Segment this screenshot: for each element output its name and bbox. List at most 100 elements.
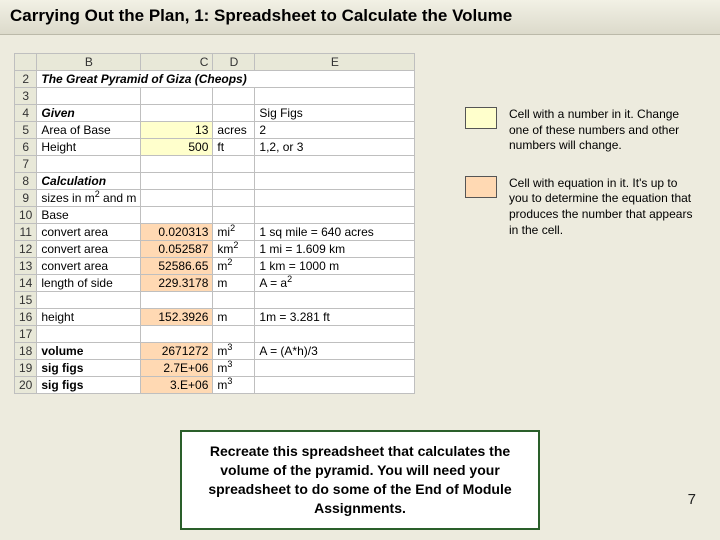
label-height-m: height <box>37 309 141 326</box>
table-row: 14 length of side 229.3178 m A = a2 <box>15 275 415 292</box>
unit-m3: m3 <box>213 377 255 394</box>
table-row: 9 sizes in m2 and m <box>15 190 415 207</box>
unit-km2: km2 <box>213 241 255 258</box>
table-row: 12 convert area 0.052587 km2 1 mi = 1.60… <box>15 241 415 258</box>
row-header: 9 <box>15 190 37 207</box>
note-volume-formula: A = (A*h)/3 <box>255 343 415 360</box>
table-row: 3 <box>15 88 415 105</box>
formula-sigfigs2: 3.E+06 <box>141 377 213 394</box>
table-row: 6 Height 500 ft 1,2, or 3 <box>15 139 415 156</box>
row-header: 3 <box>15 88 37 105</box>
label-calculation: Calculation <box>37 173 141 190</box>
table-row: 4 Given Sig Figs <box>15 105 415 122</box>
sigfigs-area: 2 <box>255 122 415 139</box>
title-bar: Carrying Out the Plan, 1: Spreadsheet to… <box>0 0 720 35</box>
row-header: 17 <box>15 326 37 343</box>
row-header: 18 <box>15 343 37 360</box>
table-row: 18 volume 2671272 m3 A = (A*h)/3 <box>15 343 415 360</box>
formula-area-km2: 0.052587 <box>141 241 213 258</box>
unit-m: m <box>213 275 255 292</box>
unit-m3: m3 <box>213 360 255 377</box>
label-given: Given <box>37 105 141 122</box>
table-row: 5 Area of Base 13 acres 2 <box>15 122 415 139</box>
table-row: 16 height 152.3926 m 1m = 3.281 ft <box>15 309 415 326</box>
table-row: 8 Calculation <box>15 173 415 190</box>
table-row: 10 Base <box>15 207 415 224</box>
col-header-e: E <box>255 54 415 71</box>
unit-m3: m3 <box>213 343 255 360</box>
row-header: 20 <box>15 377 37 394</box>
table-row: 13 convert area 52586.65 m2 1 km = 1000 … <box>15 258 415 275</box>
table-row: 7 <box>15 156 415 173</box>
row-header: 10 <box>15 207 37 224</box>
note-m-ft: 1m = 3.281 ft <box>255 309 415 326</box>
col-header-c: C <box>141 54 213 71</box>
slide-title: Carrying Out the Plan, 1: Spreadsheet to… <box>10 6 710 26</box>
legend-formula-text: Cell with equation in it. It's up to you… <box>509 176 695 238</box>
label-convert-area: convert area <box>37 241 141 258</box>
row-header: 16 <box>15 309 37 326</box>
unit-acres: acres <box>213 122 255 139</box>
formula-height-m: 152.3926 <box>141 309 213 326</box>
table-row: 15 <box>15 292 415 309</box>
label-sigfigs-row: sig figs <box>37 360 141 377</box>
sheet-title: The Great Pyramid of Giza (Cheops) <box>37 71 415 88</box>
row-header: 14 <box>15 275 37 292</box>
row-header: 19 <box>15 360 37 377</box>
table-row: 19 sig figs 2.7E+06 m3 <box>15 360 415 377</box>
formula-area-m2: 52586.65 <box>141 258 213 275</box>
unit-mi2: mi2 <box>213 224 255 241</box>
spreadsheet-image: B C D E 2 The Great Pyramid of Giza (Che… <box>14 53 415 394</box>
table-row: 2 The Great Pyramid of Giza (Cheops) <box>15 71 415 88</box>
row-header: 8 <box>15 173 37 190</box>
col-header-b: B <box>37 54 141 71</box>
unit-m: m <box>213 309 255 326</box>
instruction-callout: Recreate this spreadsheet that calculate… <box>180 430 540 530</box>
swatch-input-cell <box>465 107 497 129</box>
label-convert-area: convert area <box>37 224 141 241</box>
page-number: 7 <box>688 491 696 508</box>
col-header-d: D <box>213 54 255 71</box>
formula-area-mi2: 0.020313 <box>141 224 213 241</box>
label-sizes-in-m: sizes in m2 and m <box>37 190 141 207</box>
unit-m2: m2 <box>213 258 255 275</box>
note-mi-km: 1 mi = 1.609 km <box>255 241 415 258</box>
swatch-formula-cell <box>465 176 497 198</box>
note-a-eq-a2: A = a2 <box>255 275 415 292</box>
label-volume: volume <box>37 343 141 360</box>
note-km-m: 1 km = 1000 m <box>255 258 415 275</box>
row-header: 6 <box>15 139 37 156</box>
label-height: Height <box>37 139 141 156</box>
legend-input-row: Cell with a number in it. Change one of … <box>465 107 695 154</box>
label-sigfigs-row: sig figs <box>37 377 141 394</box>
unit-ft: ft <box>213 139 255 156</box>
legend-input-text: Cell with a number in it. Change one of … <box>509 107 695 154</box>
row-header: 5 <box>15 122 37 139</box>
corner-cell <box>15 54 37 71</box>
legend-formula-row: Cell with equation in it. It's up to you… <box>465 176 695 238</box>
input-area: 13 <box>141 122 213 139</box>
label-base: Base <box>37 207 141 224</box>
formula-side: 229.3178 <box>141 275 213 292</box>
row-header: 13 <box>15 258 37 275</box>
table-row: 20 sig figs 3.E+06 m3 <box>15 377 415 394</box>
formula-sigfigs1: 2.7E+06 <box>141 360 213 377</box>
row-header: 7 <box>15 156 37 173</box>
label-sigfigs: Sig Figs <box>255 105 415 122</box>
formula-volume: 2671272 <box>141 343 213 360</box>
table-row: 11 convert area 0.020313 mi2 1 sq mile =… <box>15 224 415 241</box>
label-convert-area: convert area <box>37 258 141 275</box>
row-header: 11 <box>15 224 37 241</box>
label-length-side: length of side <box>37 275 141 292</box>
row-header: 12 <box>15 241 37 258</box>
slide-body: B C D E 2 The Great Pyramid of Giza (Che… <box>0 35 720 53</box>
table-row: 17 <box>15 326 415 343</box>
row-header: 2 <box>15 71 37 88</box>
row-header: 4 <box>15 105 37 122</box>
label-area-of-base: Area of Base <box>37 122 141 139</box>
row-header: 15 <box>15 292 37 309</box>
sigfigs-height: 1,2, or 3 <box>255 139 415 156</box>
legend: Cell with a number in it. Change one of … <box>465 107 695 260</box>
note-sqmile: 1 sq mile = 640 acres <box>255 224 415 241</box>
input-height: 500 <box>141 139 213 156</box>
